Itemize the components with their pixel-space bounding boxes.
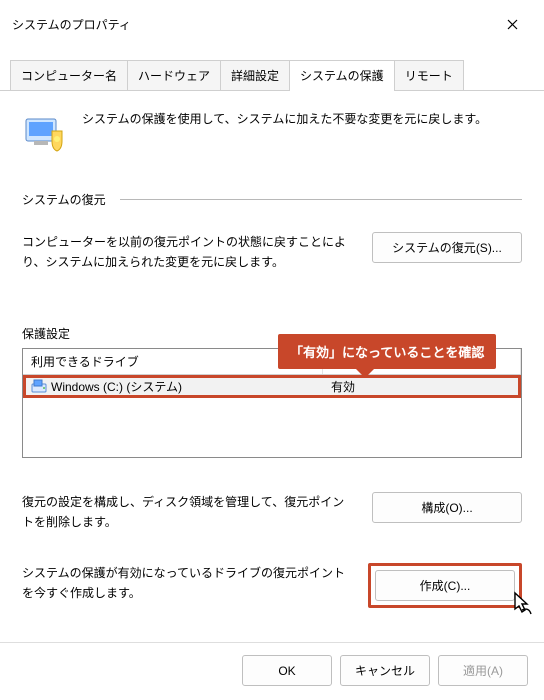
restore-desc: コンピューターを以前の復元ポイントの状態に戻すことにより、システムに加えられた変… — [22, 232, 352, 273]
intro: システムの保護を使用して、システムに加えた不要な変更を元に戻します。 — [22, 109, 522, 153]
tab-system-protection[interactable]: システムの保護 — [289, 60, 395, 90]
intro-text: システムの保護を使用して、システムに加えた不要な変更を元に戻します。 — [82, 109, 487, 129]
tab-bar: コンピューター名 ハードウェア 詳細設定 システムの保護 リモート — [0, 44, 544, 91]
apply-button[interactable]: 適用(A) — [438, 655, 528, 686]
drive-icon — [31, 379, 47, 393]
tab-hardware[interactable]: ハードウェア — [127, 60, 221, 90]
configure-button[interactable]: 構成(O)... — [372, 492, 522, 523]
tab-advanced[interactable]: 詳細設定 — [220, 60, 290, 90]
section-restore-head: システムの復元 — [22, 191, 522, 208]
section-restore-label: システムの復元 — [22, 191, 106, 208]
divider — [120, 199, 522, 200]
titlebar: システムのプロパティ — [0, 0, 544, 44]
cancel-button[interactable]: キャンセル — [340, 655, 430, 686]
create-row: システムの保護が有効になっているドライブの復元ポイントを今すぐ作成します。 作成… — [22, 563, 522, 608]
tab-remote[interactable]: リモート — [394, 60, 464, 90]
drive-row[interactable]: Windows (C:) (システム) 有効 — [23, 375, 521, 398]
ok-button[interactable]: OK — [242, 655, 332, 686]
tab-computer-name[interactable]: コンピューター名 — [10, 60, 128, 90]
drive-name: Windows (C:) (システム) — [51, 380, 182, 394]
restore-row: コンピューターを以前の復元ポイントの状態に戻すことにより、システムに加えられた変… — [22, 232, 522, 273]
configure-desc: 復元の設定を構成し、ディスク領域を管理して、復元ポイントを削除します。 — [22, 492, 352, 533]
drive-status: 有効 — [323, 375, 521, 398]
shield-monitor-icon — [22, 109, 66, 153]
close-icon — [507, 19, 518, 30]
configure-row: 復元の設定を構成し、ディスク領域を管理して、復元ポイントを削除します。 構成(O… — [22, 492, 522, 533]
window-title: システムのプロパティ — [12, 16, 131, 33]
annotation-callout: 「有効」になっていることを確認 — [278, 334, 496, 369]
dialog-footer: OK キャンセル 適用(A) — [0, 642, 544, 700]
create-button[interactable]: 作成(C)... — [375, 570, 515, 601]
create-desc: システムの保護が有効になっているドライブの復元ポイントを今すぐ作成します。 — [22, 563, 348, 604]
drive-name-cell: Windows (C:) (システム) — [23, 375, 323, 398]
create-highlight: 作成(C)... — [368, 563, 522, 608]
close-button[interactable] — [492, 10, 532, 38]
system-restore-button[interactable]: システムの復元(S)... — [372, 232, 522, 263]
